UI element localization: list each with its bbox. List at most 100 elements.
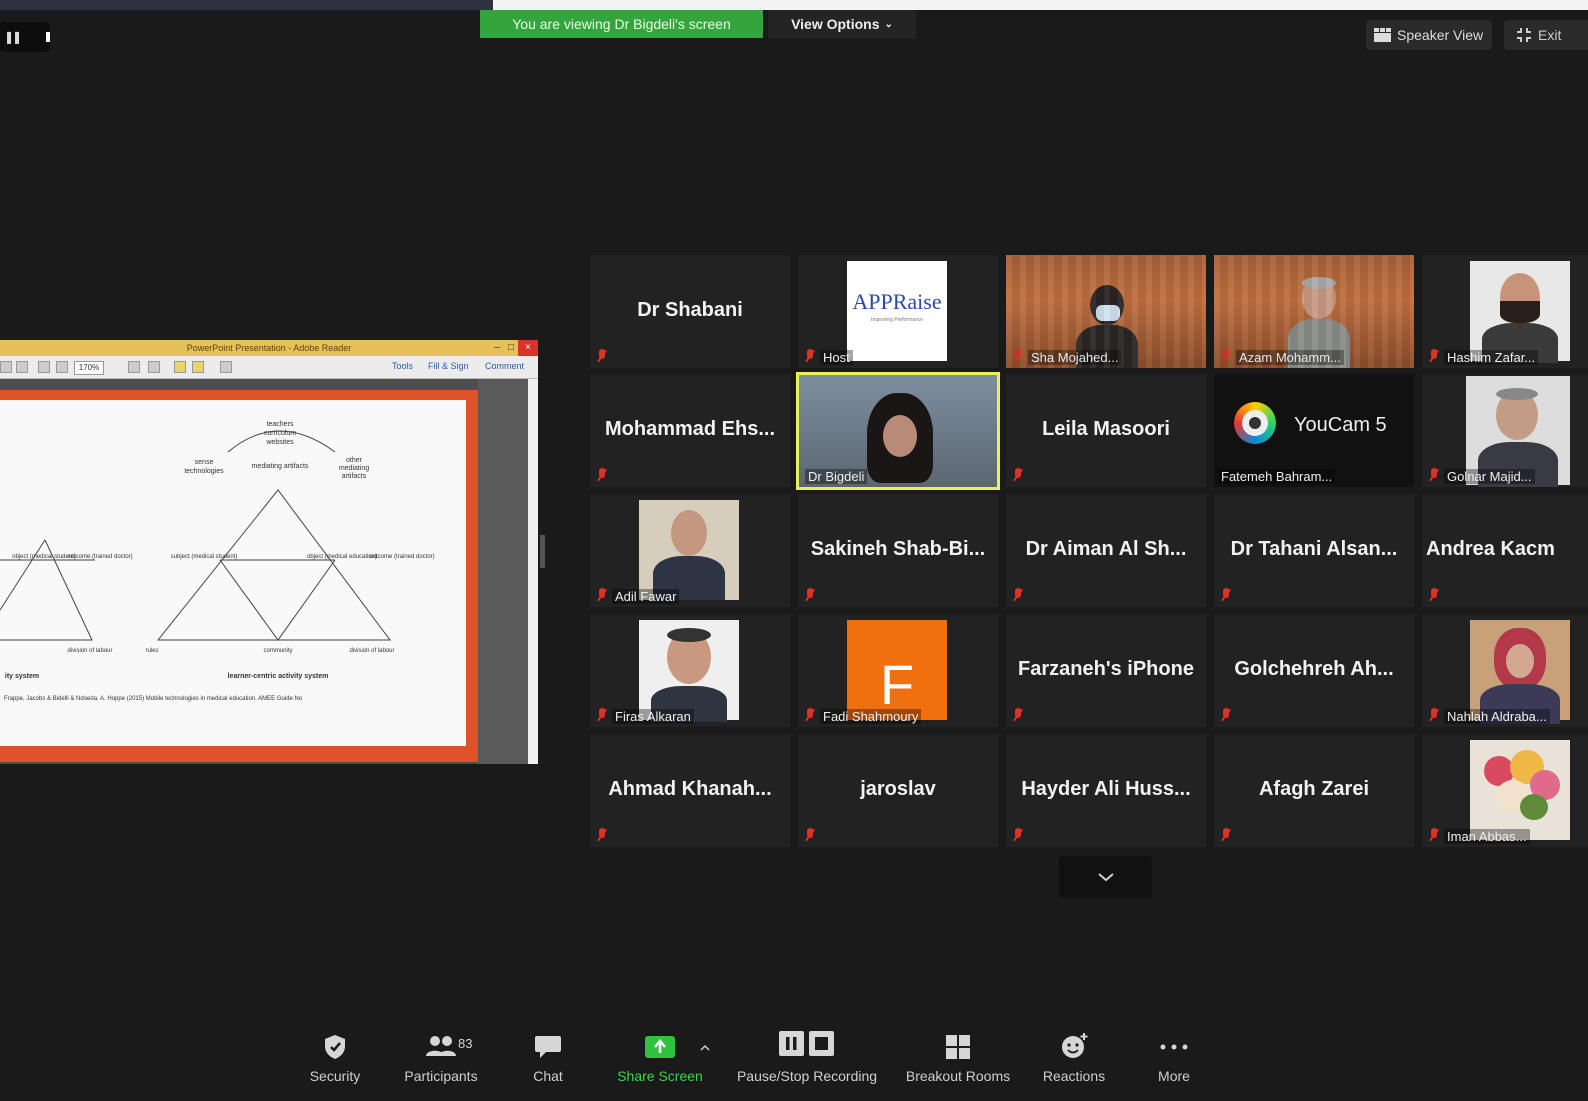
participant-tile[interactable]: Dr Shabani xyxy=(590,255,790,368)
appraise-logo: APPRaise Improving Performance xyxy=(847,261,947,361)
muted-mic-icon xyxy=(1012,349,1024,363)
participant-name: Sakineh Shab-Bi... xyxy=(810,538,986,560)
muted-mic-icon xyxy=(1428,349,1440,363)
participant-tile[interactable]: jaroslav xyxy=(798,734,998,847)
more-label: More xyxy=(1158,1068,1190,1084)
participant-name: Sha Mojahed... xyxy=(1028,350,1122,365)
participant-tile[interactable]: Hashim Zafar... xyxy=(1422,255,1588,368)
participant-name: Firas Alkaran xyxy=(612,709,694,724)
pause-stop-recording-icon xyxy=(779,1031,834,1056)
participant-name: Azam Mohamm... xyxy=(1236,350,1344,365)
diagram-label: object (medical student) xyxy=(12,554,76,560)
participant-name: Hayder Ali Huss... xyxy=(1021,778,1191,800)
participant-name: Dr Aiman Al Sh... xyxy=(1025,538,1187,560)
diagram-label: teachers xyxy=(267,421,294,428)
participant-tile[interactable]: Ahmad Khanah... xyxy=(590,734,790,847)
participant-tile[interactable]: Farzaneh's iPhone xyxy=(1006,614,1206,727)
screen-splitter-handle[interactable] xyxy=(540,535,545,568)
breakout-rooms-icon xyxy=(946,1035,970,1059)
diagram-label: websites xyxy=(265,439,294,446)
muted-mic-icon xyxy=(804,588,816,602)
participant-tile[interactable]: Adil Fawar xyxy=(590,494,790,607)
view-options-button[interactable]: View Options ⌄ xyxy=(768,10,916,38)
participant-tile[interactable]: APPRaise Improving Performance Host xyxy=(798,255,998,368)
reader-toolbar: 170% Tools Fill & Sign Comment xyxy=(0,356,538,379)
muted-mic-icon xyxy=(1428,468,1440,482)
participant-avatar: F xyxy=(847,620,947,720)
participant-tile[interactable]: Dr Aiman Al Sh... xyxy=(1006,494,1206,607)
participant-name: Nahlah Aldraba... xyxy=(1444,709,1550,724)
participant-tile[interactable]: Afagh Zarei xyxy=(1214,734,1414,847)
diagram-label: sense xyxy=(195,459,214,466)
muted-mic-icon xyxy=(596,468,608,482)
participant-name: Golchehreh Ah... xyxy=(1234,658,1394,680)
recording-controls[interactable]: ❚❚ xyxy=(0,22,50,52)
viewing-screen-banner: You are viewing Dr Bigdeli's screen xyxy=(480,10,763,38)
stop-recording-icon[interactable] xyxy=(46,32,50,42)
reader-scrollbar xyxy=(528,379,538,764)
participants-count: 83 xyxy=(458,1036,473,1051)
recording-label: Pause/Stop Recording xyxy=(736,1068,878,1084)
diagram-label: artifacts xyxy=(342,473,367,480)
youcam-logo-icon xyxy=(1234,402,1276,444)
participant-tile[interactable]: Mohammad Ehs... xyxy=(590,374,790,487)
participant-tile[interactable]: YouCam 5 Fatemeh Bahram... xyxy=(1214,374,1414,487)
slide-content: teachers curriculum websites mediating a… xyxy=(0,400,466,746)
participant-name: Hashim Zafar... xyxy=(1444,350,1539,365)
muted-mic-icon xyxy=(1012,708,1024,722)
exit-fullscreen-button[interactable]: Exit xyxy=(1504,20,1588,50)
participant-tile[interactable]: Sakineh Shab-Bi... xyxy=(798,494,998,607)
diagram-label: other xyxy=(346,457,363,464)
shared-screen[interactable]: PowerPoint Presentation - Adobe Reader –… xyxy=(0,340,538,764)
speaker-view-button[interactable]: Speaker View xyxy=(1366,20,1492,50)
participant-tile[interactable]: Azam Mohamm... xyxy=(1214,255,1414,368)
participant-tile[interactable]: Nahlah Aldraba... xyxy=(1422,614,1588,727)
activity-system-diagram: teachers curriculum websites mediating a… xyxy=(0,421,435,702)
participant-tile[interactable]: Dr Tahani Alsan... xyxy=(1214,494,1414,607)
muted-mic-icon xyxy=(1012,828,1024,842)
participants-label: Participants xyxy=(404,1068,478,1084)
muted-mic-icon xyxy=(1428,828,1440,842)
muted-mic-icon xyxy=(1220,828,1232,842)
participant-name: Andrea Kacm xyxy=(1426,538,1555,560)
diagram-label: division of labour xyxy=(67,648,112,654)
muted-mic-icon xyxy=(1428,588,1440,602)
participant-tile[interactable]: Iman Abbas... xyxy=(1422,734,1588,847)
chat-icon xyxy=(535,1036,561,1058)
participant-tile[interactable]: F Fadi Shahmoury xyxy=(798,614,998,727)
maximize-icon: □ xyxy=(507,342,515,353)
participant-tile[interactable]: Hayder Ali Huss... xyxy=(1006,734,1206,847)
participant-tile[interactable]: Leila Masoori xyxy=(1006,374,1206,487)
pause-recording-icon[interactable]: ❚❚ xyxy=(4,30,22,44)
participants-icon xyxy=(426,1036,456,1056)
logo-text: APPRaise xyxy=(852,289,942,314)
reader-tool-icon xyxy=(128,361,140,373)
muted-mic-icon xyxy=(596,588,608,602)
window-titlebar-right xyxy=(493,0,1588,10)
gallery-next-page-button[interactable] xyxy=(1059,856,1152,898)
participant-tile[interactable]: Andrea Kacm xyxy=(1422,494,1588,607)
diagram-label: mediating xyxy=(339,465,369,472)
diagram-label: curriculum xyxy=(264,430,296,437)
participant-photo xyxy=(639,620,739,722)
avatar-letter: F xyxy=(879,652,915,716)
window-titlebar-left xyxy=(0,0,493,10)
reader-tool-icon xyxy=(174,361,186,373)
zoom-out-icon xyxy=(38,361,50,373)
slide-footer: Frappe, Jacobs & Bidelli & Ndoeda. A. Ho… xyxy=(4,696,303,702)
chevron-up-icon xyxy=(700,1044,710,1051)
participant-tile[interactable]: Golchehreh Ah... xyxy=(1214,614,1414,727)
active-speaker-tile[interactable]: Dr Bigdeli xyxy=(796,372,1000,490)
muted-mic-icon xyxy=(804,708,816,722)
diagram-label: community xyxy=(263,648,292,654)
speaker-view-icon xyxy=(1374,28,1391,42)
muted-mic-icon xyxy=(1428,708,1440,722)
more-dots-icon xyxy=(1160,1044,1188,1050)
view-options-label: View Options xyxy=(791,16,880,32)
participant-tile[interactable]: Golnar Majid... xyxy=(1422,374,1588,487)
muted-mic-icon xyxy=(1220,708,1232,722)
participant-tile[interactable]: Sha Mojahed... xyxy=(1006,255,1206,368)
participant-tile[interactable]: Firas Alkaran xyxy=(590,614,790,727)
slide-frame: teachers curriculum websites mediating a… xyxy=(0,390,478,762)
muted-mic-icon xyxy=(1220,588,1232,602)
